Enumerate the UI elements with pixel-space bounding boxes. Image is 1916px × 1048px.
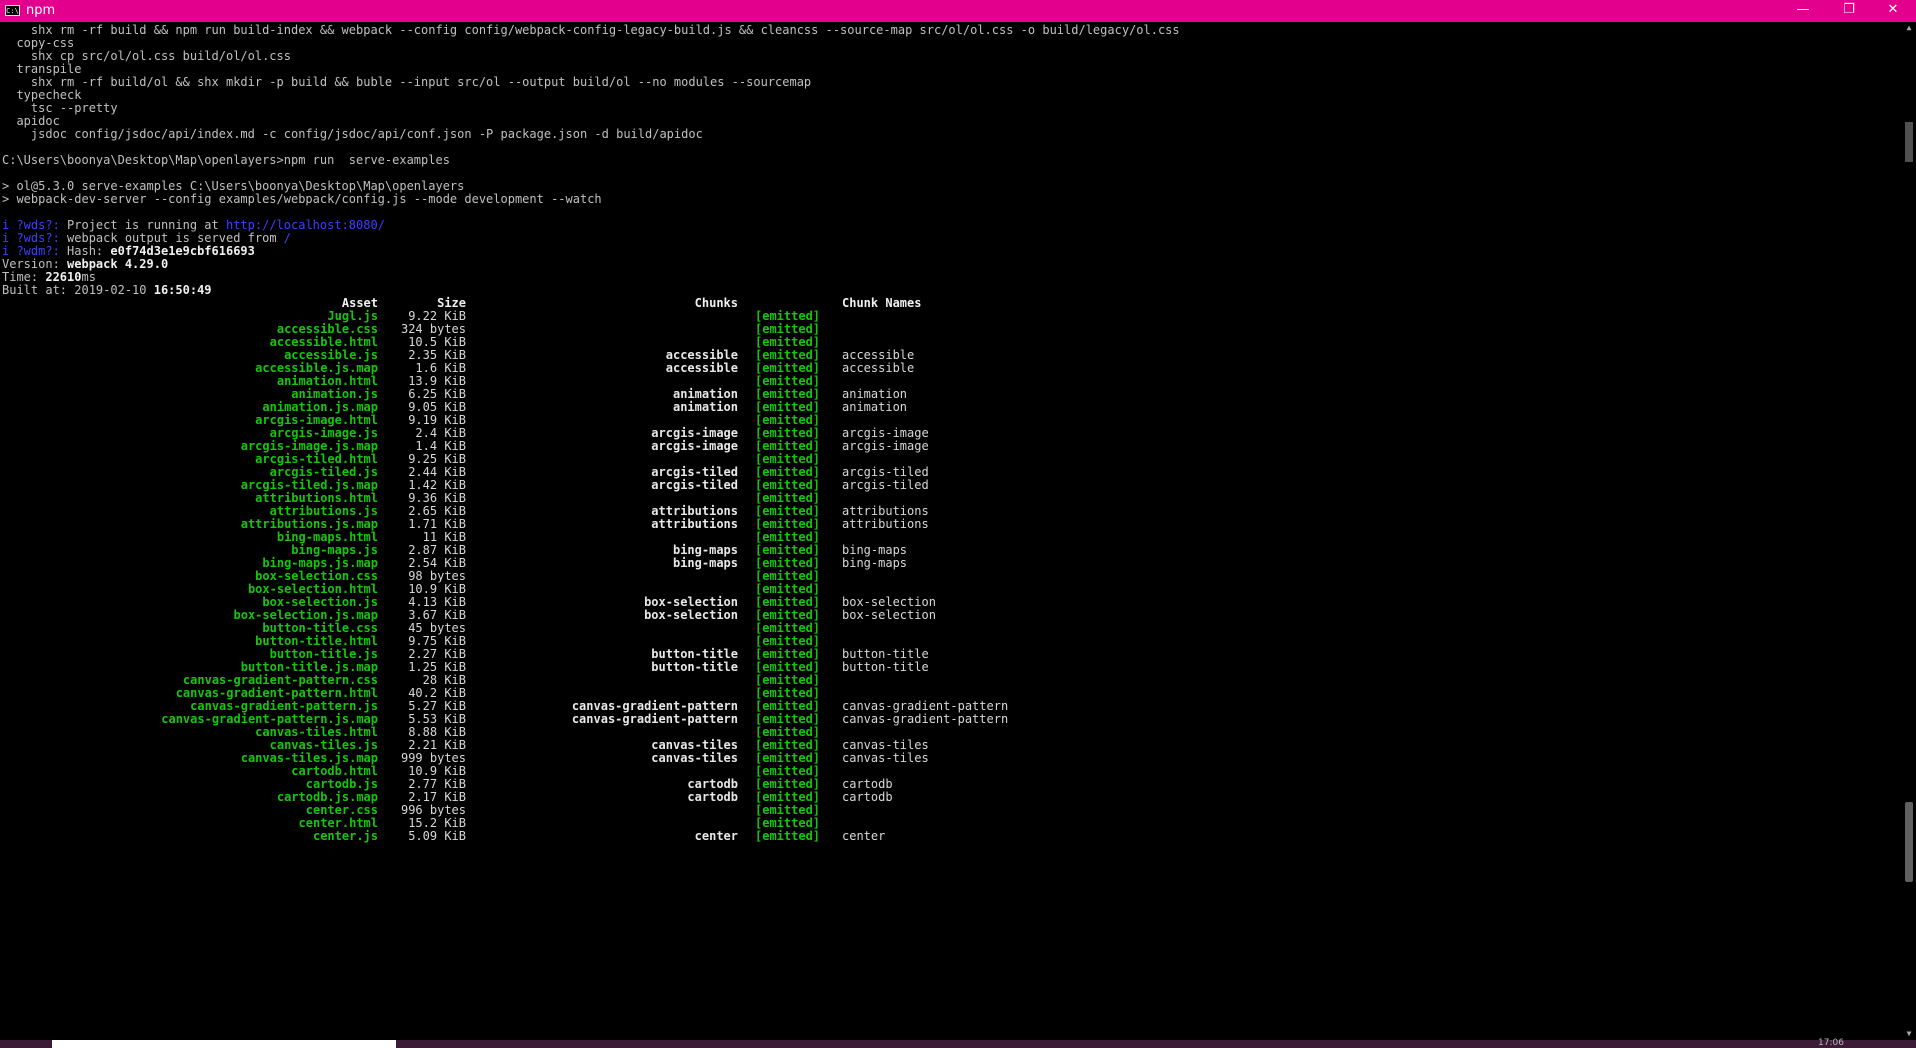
taskbar-item[interactable]: [52, 1040, 396, 1048]
window-title: npm: [26, 3, 56, 18]
size-cell: 5.09 KiB: [408, 829, 466, 843]
close-icon: ✕: [1887, 2, 1899, 17]
restore-icon: ❐: [1843, 2, 1855, 17]
chunks-cell: center: [694, 829, 738, 843]
close-button[interactable]: ✕: [1870, 0, 1916, 22]
minimize-button[interactable]: —: [1780, 0, 1826, 22]
console-scrollbar[interactable]: ▲ ▼: [1902, 22, 1916, 1040]
table-row: center.js 5.09 KiB center [emitted] center: [0, 828, 1100, 844]
console-line: > webpack-dev-server --config examples/w…: [2, 192, 602, 206]
console-line: shx rm -rf build && npm run build-index …: [2, 23, 1180, 37]
maximize-button[interactable]: ❐: [1826, 0, 1872, 22]
scroll-up-arrow-icon[interactable]: ▲: [1902, 22, 1916, 34]
console-prompt-line: C:\Users\boonya\Desktop\Map\openlayers>n…: [2, 153, 450, 167]
emitted-cell: [emitted]: [755, 829, 821, 843]
console-line: jsdoc config/jsdoc/api/index.md -c confi…: [2, 127, 703, 141]
minimize-icon: —: [1796, 2, 1810, 17]
taskbar: 17:06: [0, 1038, 1916, 1048]
scroll-down-arrow-icon[interactable]: ▼: [1902, 1028, 1916, 1040]
console-app-icon: C:\: [5, 5, 20, 16]
scroll-track-mark: [1905, 122, 1913, 162]
taskbar-clock: 17:06: [1818, 1038, 1844, 1048]
console-line: shx rm -rf build/ol && shx mkdir -p buil…: [2, 75, 812, 89]
asset-cell: center.js: [312, 829, 378, 843]
console-output[interactable]: shx rm -rf build && npm run build-index …: [0, 22, 1902, 1040]
scroll-thumb[interactable]: [1905, 802, 1913, 882]
title-bar: C:\ npm — ❐ ✕: [0, 0, 1916, 22]
chunk-names-cell: center: [842, 829, 886, 843]
